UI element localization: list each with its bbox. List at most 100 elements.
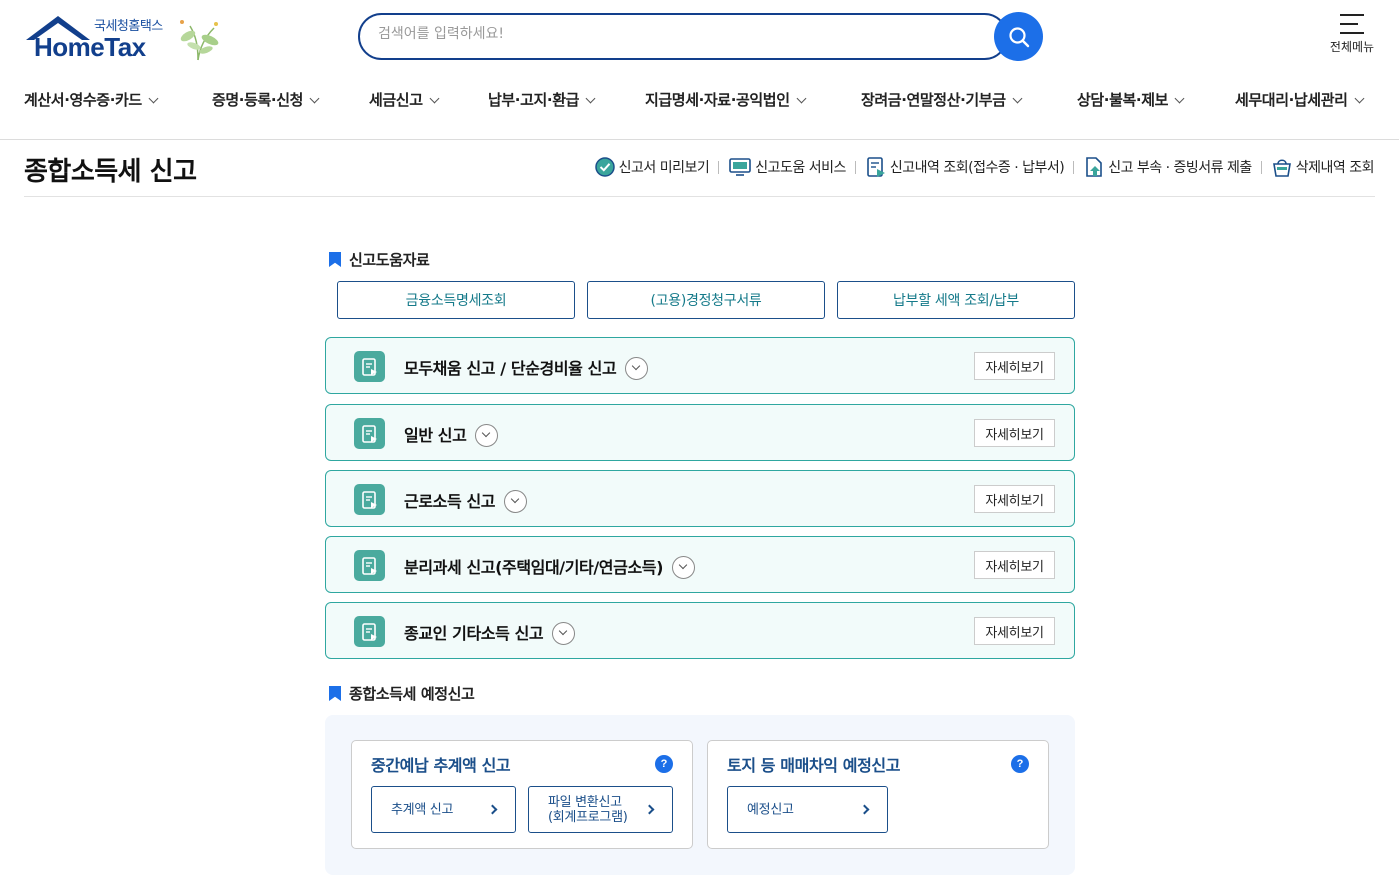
help-buttons: 금융소득명세조회 (고용)경정청구서류 납부할 세액 조회/납부: [337, 281, 1087, 319]
estimated-filing-panel: 중간예납 추계액 신고 ? 추계액 신고 파일 변환신고 (회계프로그램) 토지…: [325, 715, 1075, 875]
divider: [1073, 160, 1075, 174]
details-button[interactable]: 자세히보기: [974, 352, 1055, 380]
gnb-label: 장려금·연말정산·기부금: [861, 91, 1006, 109]
filing-type-label: 근로소득 신고: [404, 492, 496, 511]
section-title: 종합소득세 예정신고: [349, 685, 475, 703]
page-title: 종합소득세 신고: [24, 157, 197, 187]
quick-link-history[interactable]: 신고내역 조회(접수증 · 납부서): [865, 156, 1065, 178]
gnb-label: 증명·등록·신청: [212, 91, 303, 109]
chevron-down-icon: [1012, 93, 1023, 104]
button-label: 추계액 신고: [391, 802, 454, 817]
quick-link-label: 신고도움 서비스: [755, 160, 846, 176]
document-icon: [354, 351, 385, 382]
quick-link-label: 삭제내역 조회: [1295, 160, 1375, 176]
filing-type-general[interactable]: 일반 신고 자세히보기: [325, 404, 1075, 461]
filing-type-title: 근로소득 신고: [404, 488, 528, 514]
filing-type-title: 모두채움 신고 / 단순경비율 신고: [404, 355, 649, 381]
land-sale-card: 토지 등 매매차익 예정신고 ? 예정신고: [707, 740, 1049, 849]
gnb-label: 납부·고지·환급: [488, 91, 579, 109]
logo-wordmark: HomeTax: [34, 32, 146, 62]
search-input[interactable]: [378, 26, 978, 42]
filing-type-religious[interactable]: 종교인 기타소득 신고 자세히보기: [325, 602, 1075, 659]
hamburger-icon: [1340, 14, 1364, 34]
search-box: [358, 13, 1008, 60]
gnb-item-certificate[interactable]: 증명·등록·신청: [212, 89, 320, 110]
gnb-item-consult[interactable]: 상담·불복·제보: [1077, 89, 1185, 110]
filing-type-simple[interactable]: 모두채움 신고 / 단순경비율 신고 자세히보기: [325, 337, 1075, 394]
chevron-down-icon: [1174, 93, 1185, 104]
chevron-right-icon: [859, 804, 870, 815]
gnb-label: 세무대리·납세관리: [1235, 91, 1348, 109]
chevron-down-icon: [1354, 93, 1364, 104]
quick-link-label: 신고내역 조회(접수증 · 납부서): [889, 160, 1065, 176]
chevron-down-icon[interactable]: [672, 556, 696, 579]
chevron-right-icon: [487, 804, 498, 815]
gnb-item-tax-agent[interactable]: 세무대리·납세관리: [1235, 89, 1364, 110]
gnb-item-incentive[interactable]: 장려금·연말정산·기부금: [861, 89, 1023, 110]
gnb-item-payment-statement[interactable]: 지급명세·자료·공익법인: [645, 89, 807, 110]
quick-link-attachments[interactable]: 신고 부속 · 증빙서류 제출: [1083, 156, 1252, 178]
gnb-label: 계산서·영수증·카드: [24, 91, 142, 109]
trash-basket-icon: [1272, 159, 1291, 177]
document-upload-icon: [1086, 157, 1103, 177]
all-menu-button[interactable]: 전체메뉴: [1326, 12, 1378, 60]
tax-payment-button[interactable]: 납부할 세액 조회/납부: [837, 281, 1075, 319]
all-menu-label: 전체메뉴: [1329, 40, 1375, 54]
nav-divider: [0, 139, 1399, 140]
filing-type-label: 모두채움 신고 / 단순경비율 신고: [404, 359, 617, 378]
chevron-down-icon: [585, 93, 596, 104]
document-icon: [354, 484, 385, 515]
bookmark-icon: [329, 252, 341, 267]
chevron-down-icon[interactable]: [625, 357, 649, 380]
help-icon[interactable]: ?: [655, 755, 673, 773]
document-search-icon: [867, 157, 885, 177]
document-icon: [354, 418, 385, 449]
file-conversion-button[interactable]: 파일 변환신고 (회계프로그램): [528, 786, 673, 833]
quick-link-deleted[interactable]: 삭제내역 조회: [1271, 156, 1375, 178]
section-help-heading: 신고도움자료: [329, 249, 430, 270]
details-button[interactable]: 자세히보기: [974, 419, 1055, 447]
gnb-item-payment[interactable]: 납부·고지·환급: [488, 89, 596, 110]
bookmark-icon: [329, 686, 341, 701]
plant-icon: [180, 20, 219, 61]
details-button[interactable]: 자세히보기: [974, 485, 1055, 513]
monitor-icon: [729, 158, 752, 176]
gnb-label: 지급명세·자료·공익법인: [645, 91, 790, 109]
filing-type-separate-tax[interactable]: 분리과세 신고(주택임대/기타/연금소득) 자세히보기: [325, 536, 1075, 593]
chevron-down-icon: [429, 93, 440, 104]
gnb-item-tax-filing[interactable]: 세금신고: [369, 89, 440, 110]
search-icon: [1008, 26, 1029, 47]
gnb-label: 세금신고: [369, 91, 423, 109]
details-button[interactable]: 자세히보기: [974, 551, 1055, 579]
quick-link-label: 신고 부속 · 증빙서류 제출: [1108, 160, 1252, 176]
title-divider: [24, 196, 1375, 197]
filing-type-label: 분리과세 신고(주택임대/기타/연금소득): [404, 558, 664, 577]
details-button[interactable]: 자세히보기: [974, 617, 1055, 645]
check-circle-icon: [594, 157, 615, 177]
divider: [718, 160, 720, 174]
hometax-logo[interactable]: 국세청홈택스 HomeTax: [24, 14, 224, 64]
gnb-item-invoice[interactable]: 계산서·영수증·카드: [24, 89, 159, 110]
divider: [1260, 160, 1262, 174]
financial-income-button[interactable]: 금융소득명세조회: [337, 281, 575, 319]
section-estimated-heading: 종합소득세 예정신고: [329, 683, 475, 704]
quick-link-help-service[interactable]: 신고도움 서비스: [728, 156, 846, 178]
button-label: 예정신고: [747, 802, 794, 817]
filing-type-title: 분리과세 신고(주택임대/기타/연금소득): [404, 554, 696, 580]
chevron-right-icon: [644, 804, 655, 815]
quick-links: 신고서 미리보기 신고도움 서비스 신고내역 조회(접수증 · 납부서) 신고 …: [594, 156, 1375, 178]
document-icon: [354, 550, 385, 581]
interim-prepayment-card: 중간예납 추계액 신고 ? 추계액 신고 파일 변환신고 (회계프로그램): [351, 740, 693, 849]
preliminary-filing-button[interactable]: 예정신고: [727, 786, 888, 833]
help-icon[interactable]: ?: [1011, 755, 1029, 773]
filing-type-earned-income[interactable]: 근로소득 신고 자세히보기: [325, 470, 1075, 527]
estimated-amount-button[interactable]: 추계액 신고: [371, 786, 516, 833]
chevron-down-icon[interactable]: [504, 490, 528, 513]
chevron-down-icon[interactable]: [475, 424, 499, 447]
search-button[interactable]: [994, 12, 1043, 61]
global-nav: 계산서·영수증·카드 증명·등록·신청 세금신고 납부·고지·환급 지급명세·자…: [24, 89, 1384, 113]
quick-link-preview[interactable]: 신고서 미리보기: [594, 156, 710, 178]
correction-claim-button[interactable]: (고용)경정청구서류: [587, 281, 825, 319]
chevron-down-icon[interactable]: [552, 622, 576, 645]
quick-link-label: 신고서 미리보기: [618, 160, 710, 176]
